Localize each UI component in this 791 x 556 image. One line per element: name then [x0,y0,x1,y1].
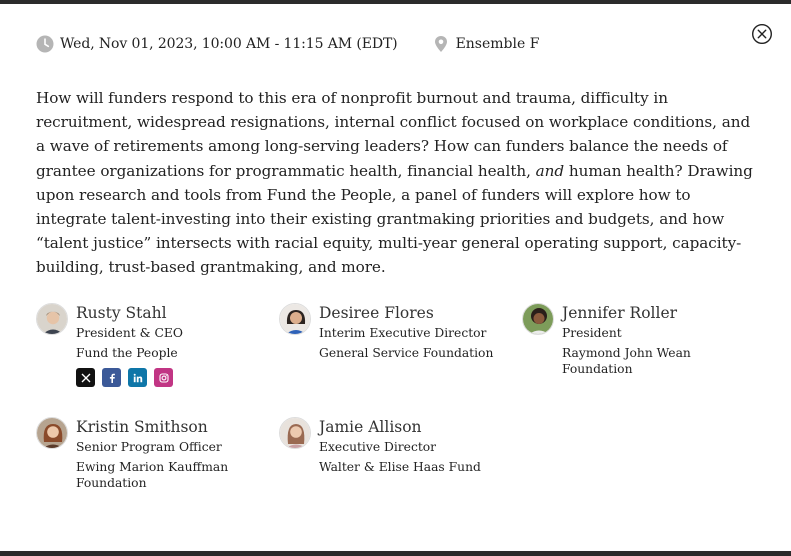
close-button[interactable] [751,23,773,45]
description-emphasis: and [535,161,565,180]
event-meta: Wed, Nov 01, 2023, 10:00 AM - 11:15 AM (… [36,33,539,55]
clock-icon [36,35,54,53]
session-description: How will funders respond to this era of … [36,86,758,280]
linkedin-icon[interactable] [128,368,147,387]
speaker-title: Senior Program Officer [76,440,222,454]
speaker-title: Executive Director [319,440,437,454]
avatar[interactable] [36,417,68,449]
speaker-organization: Ewing Marion Kauffman Foundation [76,460,229,490]
speaker-organization: Walter & Elise Haas Fund [319,460,481,474]
speaker-name[interactable]: Jamie Allison [319,417,509,437]
avatar[interactable] [279,417,311,449]
event-location: Ensemble F [455,36,540,52]
event-date-time: Wed, Nov 01, 2023, 10:00 AM - 11:15 AM (… [60,36,398,52]
speaker-card: Rusty Stahl President & CEO Fund the Peo… [36,303,266,393]
speaker-organization: Fund the People [76,346,178,360]
avatar[interactable] [36,303,68,335]
facebook-icon[interactable] [102,368,121,387]
social-links [76,368,266,387]
speaker-card: Desiree Flores Interim Executive Directo… [279,303,509,373]
speaker-card: Jennifer Roller President Raymond John W… [522,303,752,383]
avatar[interactable] [522,303,554,335]
speaker-name[interactable]: Desiree Flores [319,303,509,323]
speaker-name[interactable]: Kristin Smithson [76,417,266,437]
speaker-name[interactable]: Rusty Stahl [76,303,266,323]
speaker-card: Kristin Smithson Senior Program Officer … [36,417,266,497]
speaker-organization: General Service Foundation [319,346,494,360]
top-border [0,0,791,4]
bottom-border [0,551,791,556]
x-icon[interactable] [76,368,95,387]
speaker-title: President [562,326,622,340]
avatar[interactable] [279,303,311,335]
close-circle-icon [751,23,773,45]
speaker-name[interactable]: Jennifer Roller [562,303,752,323]
speaker-organization: Raymond John Wean Foundation [562,346,691,376]
speaker-card: Jamie Allison Executive Director Walter … [279,417,509,487]
speaker-title: Interim Executive Director [319,326,487,340]
map-pin-icon [432,35,450,53]
speaker-title: President & CEO [76,326,183,340]
instagram-icon[interactable] [154,368,173,387]
